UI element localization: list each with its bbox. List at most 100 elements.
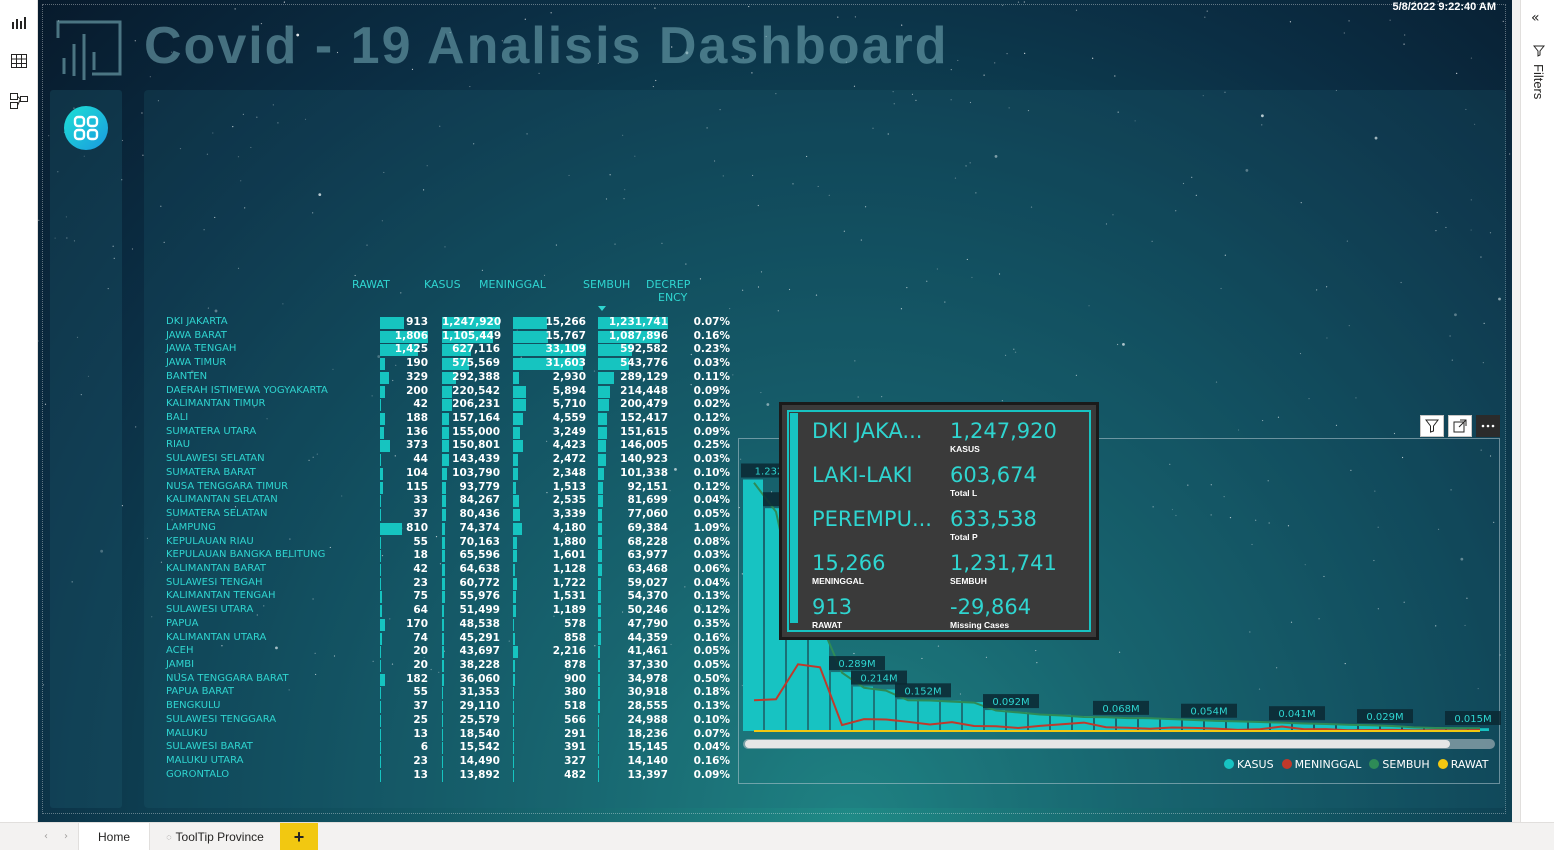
- table-row[interactable]: SULAWESI TENGAH 23 60,772 1,722 59,027 0.04%: [162, 577, 730, 591]
- kasus-bar[interactable]: [1183, 719, 1203, 731]
- rawat-cell: 104: [380, 467, 430, 480]
- table-row[interactable]: KALIMANTAN TIMUR 42 206,231 5,710 200,479 0.0…: [162, 398, 730, 412]
- table-row[interactable]: DKI JAKARTA 913 1,247,920 15,266 1,231,741 0.…: [162, 316, 730, 330]
- scroll-left-icon[interactable]: ‹: [44, 831, 48, 842]
- kasus-value: 70,163: [459, 535, 500, 548]
- header-rawat[interactable]: RAWAT: [352, 278, 390, 291]
- table-row[interactable]: KALIMANTAN BARAT 42 64,638 1,128 63,468 0.06%: [162, 563, 730, 577]
- table-row[interactable]: SULAWESI BARAT 6 15,542 391 15,145 0.04%: [162, 741, 730, 755]
- kasus-bar[interactable]: [897, 699, 917, 731]
- table-row[interactable]: KALIMANTAN TENGAH 75 55,976 1,531 54,370 0.13…: [162, 590, 730, 604]
- rawat-databar: [380, 509, 381, 522]
- table-row[interactable]: SUMATERA BARAT 104 103,790 2,348 101,338 0.10…: [162, 467, 730, 481]
- report-view-icon[interactable]: [8, 12, 30, 34]
- table-row[interactable]: PAPUA BARAT 55 31,353 380 30,918 0.18%: [162, 686, 730, 700]
- focus-mode-icon[interactable]: [1448, 415, 1472, 437]
- star: [748, 5, 750, 8]
- more-options-icon[interactable]: [1476, 415, 1500, 437]
- kasus-bar[interactable]: [743, 479, 763, 731]
- table-row[interactable]: MALUKU 13 18,540 291 18,236 0.07%: [162, 727, 730, 742]
- filters-pane[interactable]: « Filters: [1520, 0, 1554, 822]
- table-row[interactable]: LAMPUNG 810 74,374 4,180 69,384 1.09%: [162, 522, 730, 536]
- tab-home[interactable]: Home: [78, 823, 150, 850]
- header-kasus[interactable]: KASUS: [424, 278, 461, 291]
- table-row[interactable]: KALIMANTAN UTARA 74 45,291 858 44,359 0.16%: [162, 632, 730, 646]
- scroll-right-icon[interactable]: ›: [64, 831, 68, 842]
- kasus-bar[interactable]: [985, 710, 1005, 731]
- table-row[interactable]: SULAWESI UTARA 64 51,499 1,189 50,246 0.12%: [162, 604, 730, 618]
- table-row[interactable]: GORONTALO 13 13,892 482 13,397 0.09%: [162, 769, 730, 783]
- legend-item-meninggal[interactable]: MENINGGAL: [1281, 758, 1361, 771]
- filters-label[interactable]: Filters: [1531, 64, 1546, 99]
- table-row[interactable]: DAERAH ISTIMEWA YOGYAKARTA 200 220,542 5,89…: [162, 385, 730, 399]
- table-row[interactable]: BENGKULU 37 29,110 518 28,555 0.13%: [162, 700, 730, 714]
- kasus-bar[interactable]: [1095, 716, 1115, 731]
- legend-item-kasus[interactable]: KASUS: [1224, 758, 1274, 771]
- table-row[interactable]: SUMATERA SELATAN 37 80,436 3,339 77,060 0.05%: [162, 508, 730, 522]
- sembuh-value: 37,330: [627, 659, 668, 671]
- table-row[interactable]: BALI 188 157,164 4,559 152,417 0.12%: [162, 412, 730, 426]
- kasus-value: 18,540: [459, 727, 500, 740]
- table-row[interactable]: JAWA TENGAH 1,425 627,116 33,109 592,582 0.23…: [162, 343, 730, 357]
- meninggal-cell: 4,423: [513, 439, 588, 453]
- kasus-bar[interactable]: [941, 700, 961, 731]
- header-decrepency[interactable]: DECREP ENCY: [646, 278, 690, 304]
- chart-scrollbar-thumb[interactable]: [745, 740, 1450, 748]
- kasus-bar[interactable]: [1029, 714, 1049, 731]
- sembuh-value: 152,417: [620, 412, 668, 425]
- table-row[interactable]: JAWA TIMUR 190 575,569 31,603 543,776 0.03%: [162, 357, 730, 371]
- table-row[interactable]: SULAWESI SELATAN 44 143,439 2,472 140,923 0.0…: [162, 453, 730, 467]
- table-row[interactable]: KEPULAUAN BANGKA BELITUNG 18 65,596 1,601 63…: [162, 549, 730, 563]
- table-row[interactable]: PAPUA 170 48,538 578 47,790 0.35%: [162, 618, 730, 632]
- table-row[interactable]: SUMATERA UTARA 136 155,000 3,249 151,615 0.09…: [162, 426, 730, 440]
- star: [134, 40, 136, 42]
- kasus-databar: [442, 742, 443, 755]
- table-row[interactable]: JAWA BARAT 1,806 1,105,449 15,767 1,087,896 0…: [162, 330, 730, 344]
- star: [950, 69, 952, 71]
- table-row[interactable]: ACEH 20 43,697 2,216 41,461 0.05%: [162, 645, 730, 659]
- rawat-databar: [380, 550, 381, 563]
- header-sembuh[interactable]: SEMBUH: [583, 278, 630, 291]
- data-view-icon[interactable]: [8, 50, 30, 72]
- decrepency-value: 0.02%: [693, 398, 730, 411]
- meninggal-value: 1,189: [552, 604, 586, 617]
- tooltip-meninggal-value: 15,266: [812, 551, 886, 575]
- kasus-bar[interactable]: [875, 689, 895, 731]
- sembuh-value: 28,555: [627, 700, 668, 713]
- sembuh-cell: 140,923: [598, 453, 670, 467]
- legend-item-sembuh[interactable]: SEMBUH: [1369, 758, 1430, 771]
- table-row[interactable]: KEPULAUAN RIAU 55 70,163 1,880 68,228 0.08%: [162, 535, 730, 550]
- meninggal-cell: 15,767: [513, 330, 588, 343]
- model-view-icon[interactable]: [8, 90, 30, 112]
- kasus-bar[interactable]: [1161, 718, 1181, 731]
- province-name: KEPULAUAN BANGKA BELITUNG: [166, 549, 326, 561]
- table-row[interactable]: KALIMANTAN SELATAN 33 84,267 2,535 81,699 0.0…: [162, 494, 730, 508]
- meninggal-databar: [513, 577, 517, 590]
- table-row[interactable]: SULAWESI TENGGARA 25 25,579 566 24,988 0.10%: [162, 714, 730, 728]
- refresh-timestamp: 5/8/2022 9:22:40 AM: [1392, 1, 1496, 13]
- table-row[interactable]: BANTEN 329 292,388 2,930 289,129 0.11%: [162, 371, 730, 385]
- kasus-bar[interactable]: [853, 686, 873, 731]
- table-row[interactable]: NUSA TENGGARA TIMUR 115 93,779 1,513 92,151 0…: [162, 481, 730, 495]
- rawat-value: 188: [406, 412, 428, 425]
- kasus-bar[interactable]: [919, 699, 939, 731]
- rawat-cell: 1,806: [380, 330, 430, 343]
- meninggal-value: 1,601: [552, 549, 586, 562]
- table-row[interactable]: JAMBI 20 38,228 878 37,330 0.05%: [162, 659, 730, 673]
- filter-icon[interactable]: [1420, 415, 1444, 437]
- kasus-value: 14,490: [459, 755, 500, 768]
- tab-tooltip-province[interactable]: ◌ ToolTip Province: [152, 823, 278, 850]
- table-row[interactable]: NUSA TENGGARA BARAT 182 36,060 900 34,978 0.5…: [162, 673, 730, 687]
- legend-item-rawat[interactable]: RAWAT: [1437, 758, 1489, 771]
- add-page-button[interactable]: +: [280, 823, 318, 850]
- table-row[interactable]: RIAU 373 150,801 4,423 146,005 0.25%: [162, 439, 730, 453]
- collapse-pane-icon[interactable]: «: [1531, 10, 1540, 26]
- data-label: 0.041M: [1269, 706, 1325, 721]
- tab-home-label: Home: [97, 830, 130, 844]
- header-meninggal[interactable]: MENINGGAL: [479, 278, 546, 291]
- decrepency-value: 0.11%: [693, 370, 730, 383]
- sembuh-databar: [598, 522, 602, 535]
- menu-grid-icon[interactable]: [64, 106, 108, 150]
- table-row[interactable]: MALUKU UTARA 23 14,490 327 14,140 0.16%: [162, 755, 730, 769]
- meninggal-databar: [513, 495, 519, 508]
